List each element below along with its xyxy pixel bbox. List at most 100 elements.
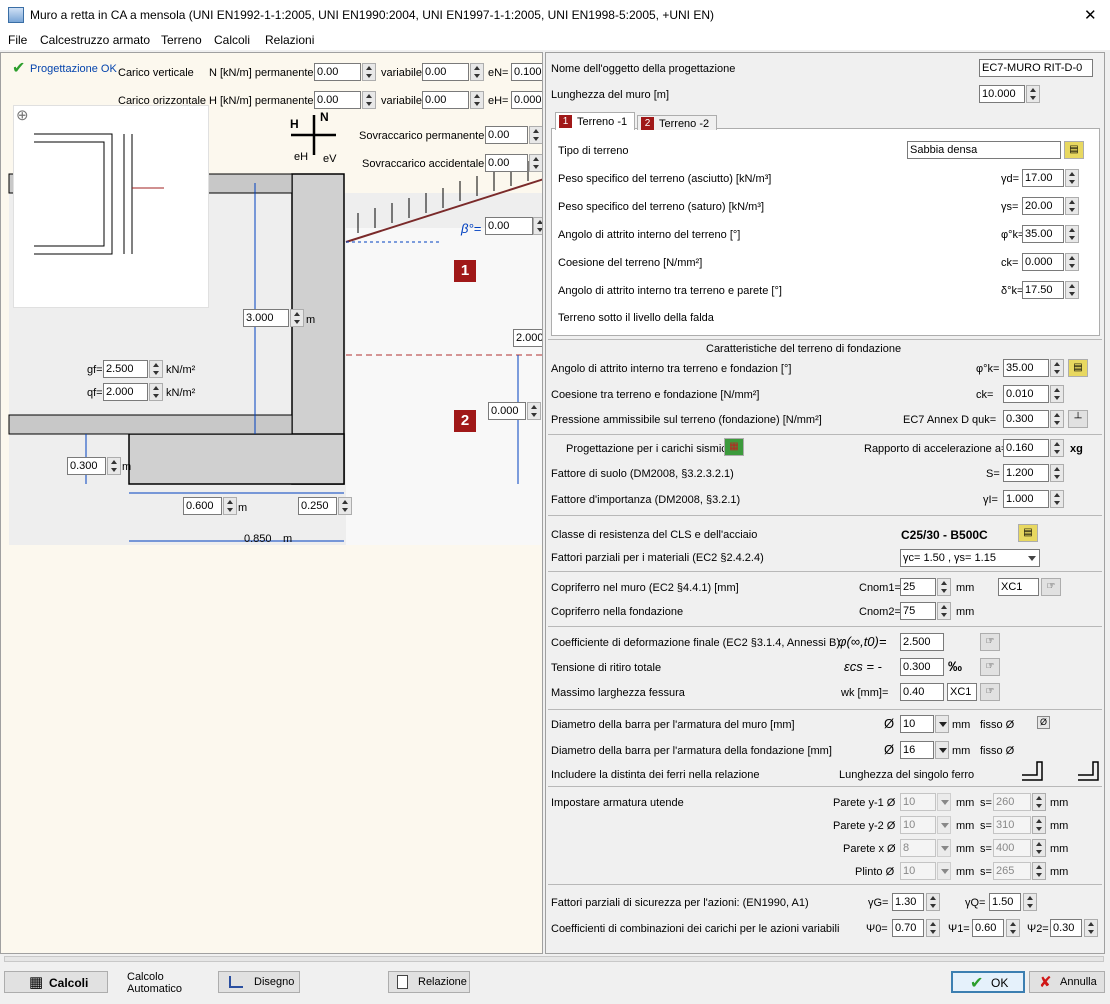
height-spin[interactable] xyxy=(290,309,304,327)
seismic-map-icon[interactable]: ▦ xyxy=(724,438,744,456)
utente-dia-input[interactable]: 10 xyxy=(900,816,936,834)
h-permanente-spin[interactable] xyxy=(362,91,376,109)
coesione-input[interactable]: 0.000 xyxy=(1022,253,1064,271)
ok-button[interactable]: ✔ OK xyxy=(951,971,1025,993)
gg-input[interactable]: 1.30 xyxy=(892,893,924,911)
utente-s-spin[interactable] xyxy=(1032,839,1046,857)
foundation-icon[interactable]: ┴ xyxy=(1068,410,1088,428)
lunghezza-spin[interactable] xyxy=(1026,85,1040,103)
attrito-parete-spin[interactable] xyxy=(1065,281,1079,299)
attrito-input[interactable]: 35.00 xyxy=(1022,225,1064,243)
suolo-input[interactable]: 1.200 xyxy=(1003,464,1049,482)
utente-s-input[interactable]: 400 xyxy=(993,839,1031,857)
stem-spin[interactable] xyxy=(338,497,352,515)
fond-book-icon[interactable]: ▤ xyxy=(1068,359,1088,377)
arm-fond-dropdown[interactable] xyxy=(935,741,949,759)
toe-spin[interactable] xyxy=(223,497,237,515)
peso-asciutto-input[interactable]: 17.00 xyxy=(1022,169,1064,187)
importanza-spin[interactable] xyxy=(1050,490,1064,508)
sovraccarico-acc-spin[interactable] xyxy=(529,154,542,172)
height-input[interactable]: 3.000 xyxy=(243,309,289,327)
utente-s-input[interactable]: 265 xyxy=(993,862,1031,880)
annulla-button[interactable]: ✘ Annulla xyxy=(1029,971,1105,993)
h-permanente-input[interactable]: 0.00 xyxy=(314,91,361,109)
n-permanente-input[interactable]: 0.00 xyxy=(314,63,361,81)
material-book-icon[interactable]: ▤ xyxy=(1018,524,1038,542)
gf-input[interactable]: 2.500 xyxy=(103,360,148,378)
psi0-spin[interactable] xyxy=(926,919,940,937)
cnom2-spin[interactable] xyxy=(937,602,951,620)
cnom1-spin[interactable] xyxy=(937,578,951,596)
menu-file[interactable]: File xyxy=(8,33,27,47)
utente-dia-input[interactable]: 10 xyxy=(900,793,936,811)
tab-terreno-1[interactable]: 1 Terreno -1 xyxy=(555,112,635,130)
eh-input[interactable]: 0.000 xyxy=(511,91,542,109)
cnom1-input[interactable]: 25 xyxy=(900,578,936,596)
water-level-input[interactable]: 2.000 xyxy=(513,329,542,347)
h-variabile-input[interactable]: 0.00 xyxy=(422,91,469,109)
beta-input[interactable]: 0.00 xyxy=(485,217,533,235)
fond-coesione-input[interactable]: 0.010 xyxy=(1003,385,1049,403)
importanza-input[interactable]: 1.000 xyxy=(1003,490,1049,508)
fessura-input[interactable]: 0.40 xyxy=(900,683,944,701)
fattori-materiali-select[interactable]: γc= 1.50 , γs= 1.15 xyxy=(900,549,1040,567)
arm-muro-input[interactable]: 10 xyxy=(900,715,934,733)
rapporto-input[interactable]: 0.160 xyxy=(1003,439,1049,457)
suolo-spin[interactable] xyxy=(1050,464,1064,482)
utente-s-spin[interactable] xyxy=(1032,862,1046,880)
ritiro-hand-icon[interactable]: ☞ xyxy=(980,658,1000,676)
tab-terreno-2[interactable]: 2 Terreno -2 xyxy=(637,115,717,130)
coesione-spin[interactable] xyxy=(1065,253,1079,271)
n-variabile-input[interactable]: 0.00 xyxy=(422,63,469,81)
fond-coesione-spin[interactable] xyxy=(1050,385,1064,403)
n-variabile-spin[interactable] xyxy=(470,63,484,81)
attrito-parete-input[interactable]: 17.50 xyxy=(1022,281,1064,299)
attrito-spin[interactable] xyxy=(1065,225,1079,243)
disegno-button[interactable]: Disegno xyxy=(218,971,300,993)
menu-calcoli[interactable]: Calcoli xyxy=(214,33,250,47)
psi2-spin[interactable] xyxy=(1084,919,1098,937)
water-depth-spin[interactable] xyxy=(527,402,541,420)
menu-calcestruzzo[interactable]: Calcestruzzo armato xyxy=(40,33,150,47)
psi0-input[interactable]: 0.70 xyxy=(892,919,924,937)
exposure-hand-icon[interactable]: ☞ xyxy=(1041,578,1061,596)
fisso-checkbox[interactable]: Ø xyxy=(1037,716,1050,729)
utente-s-spin[interactable] xyxy=(1032,816,1046,834)
utente-dia-dropdown[interactable] xyxy=(937,862,951,880)
fessura-hand-icon[interactable]: ☞ xyxy=(980,683,1000,701)
close-icon[interactable]: ✕ xyxy=(1084,6,1097,24)
ritiro-input[interactable]: 0.300 xyxy=(900,658,944,676)
sovraccarico-acc-input[interactable]: 0.00 xyxy=(485,154,528,172)
base-thickness-input[interactable]: 0.300 xyxy=(67,457,106,475)
peso-asciutto-spin[interactable] xyxy=(1065,169,1079,187)
lunghezza-input[interactable]: 10.000 xyxy=(979,85,1025,103)
pressione-spin[interactable] xyxy=(1050,410,1064,428)
utente-dia-dropdown[interactable] xyxy=(937,816,951,834)
bar-shape-icon[interactable] xyxy=(1076,756,1100,782)
utente-dia-input[interactable]: 8 xyxy=(900,839,936,857)
gq-input[interactable]: 1.50 xyxy=(989,893,1021,911)
gg-spin[interactable] xyxy=(926,893,940,911)
qf-input[interactable]: 2.000 xyxy=(103,383,148,401)
sovraccarico-perm-input[interactable]: 0.00 xyxy=(485,126,528,144)
gq-spin[interactable] xyxy=(1023,893,1037,911)
n-permanente-spin[interactable] xyxy=(362,63,376,81)
peso-saturo-input[interactable]: 20.00 xyxy=(1022,197,1064,215)
sovraccarico-perm-spin[interactable] xyxy=(529,126,542,144)
utente-s-input[interactable]: 310 xyxy=(993,816,1031,834)
utente-s-spin[interactable] xyxy=(1032,793,1046,811)
h-variabile-spin[interactable] xyxy=(470,91,484,109)
calcoli-button[interactable]: ▦ Calcoli xyxy=(4,971,108,993)
gf-spin[interactable] xyxy=(149,360,163,378)
arm-fond-input[interactable]: 16 xyxy=(900,741,934,759)
menu-relazioni[interactable]: Relazioni xyxy=(265,33,314,47)
exposure-input-2[interactable]: XC1 xyxy=(947,683,977,701)
horizontal-scrollbar[interactable] xyxy=(4,956,1104,962)
psi2-input[interactable]: 0.30 xyxy=(1050,919,1082,937)
base-thickness-spin[interactable] xyxy=(107,457,121,475)
utente-s-input[interactable]: 260 xyxy=(993,793,1031,811)
menu-terreno[interactable]: Terreno xyxy=(161,33,202,47)
deformazione-input[interactable]: 2.500 xyxy=(900,633,944,651)
cnom2-input[interactable]: 75 xyxy=(900,602,936,620)
exposure-input-1[interactable]: XC1 xyxy=(998,578,1039,596)
